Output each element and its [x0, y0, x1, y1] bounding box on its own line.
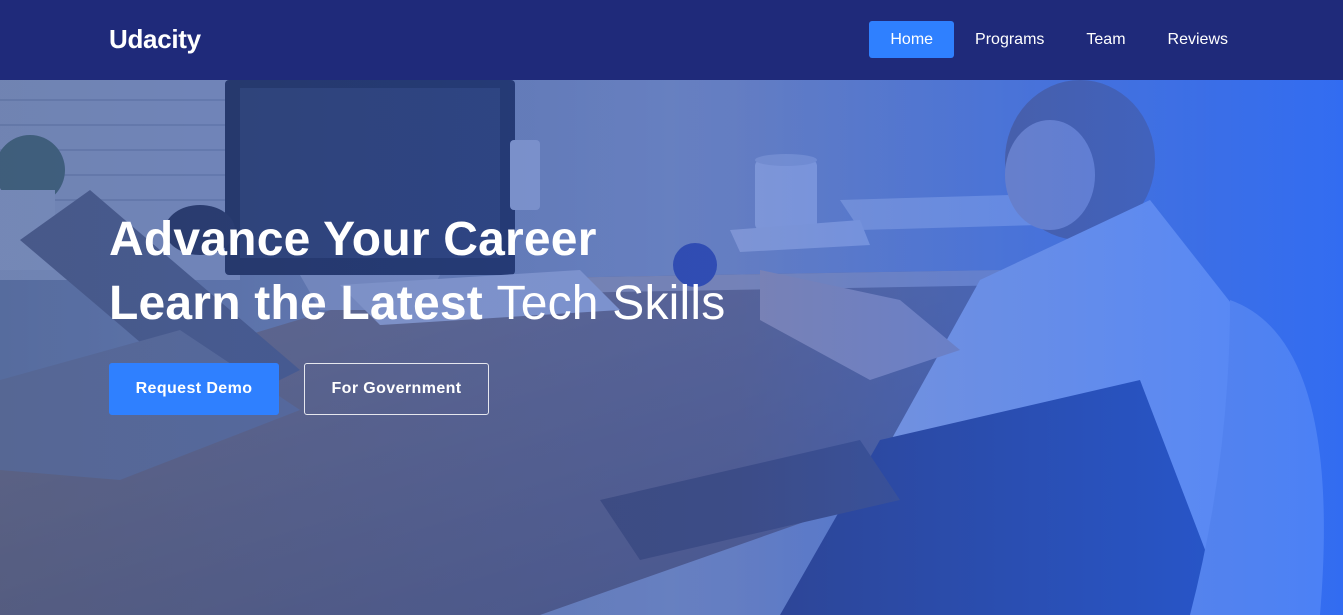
- request-demo-button[interactable]: Request Demo: [109, 363, 279, 415]
- hero-content: Advance Your Career Learn the Latest Tec…: [109, 208, 725, 336]
- headline-line-1: Advance Your Career: [109, 213, 597, 266]
- nav-item-reviews[interactable]: Reviews: [1147, 21, 1249, 58]
- headline-line-2-light: Tech Skills: [496, 277, 726, 330]
- hero-color-overlay: [0, 80, 1343, 615]
- nav-item-programs[interactable]: Programs: [954, 21, 1065, 58]
- headline-line-2-bold: Learn the Latest: [109, 277, 483, 330]
- nav-item-team[interactable]: Team: [1065, 21, 1146, 58]
- nav-item-home[interactable]: Home: [869, 21, 955, 58]
- hero-cta-row: Request Demo For Government: [109, 363, 489, 415]
- hero-section: Advance Your Career Learn the Latest Tec…: [0, 80, 1343, 615]
- hero-headline: Advance Your Career Learn the Latest Tec…: [109, 208, 725, 336]
- for-government-button[interactable]: For Government: [304, 363, 489, 415]
- main-nav: Home Programs Team Reviews: [869, 21, 1249, 58]
- top-navbar: Udacity Home Programs Team Reviews: [0, 0, 1343, 80]
- brand-logo-link[interactable]: Udacity: [109, 24, 201, 55]
